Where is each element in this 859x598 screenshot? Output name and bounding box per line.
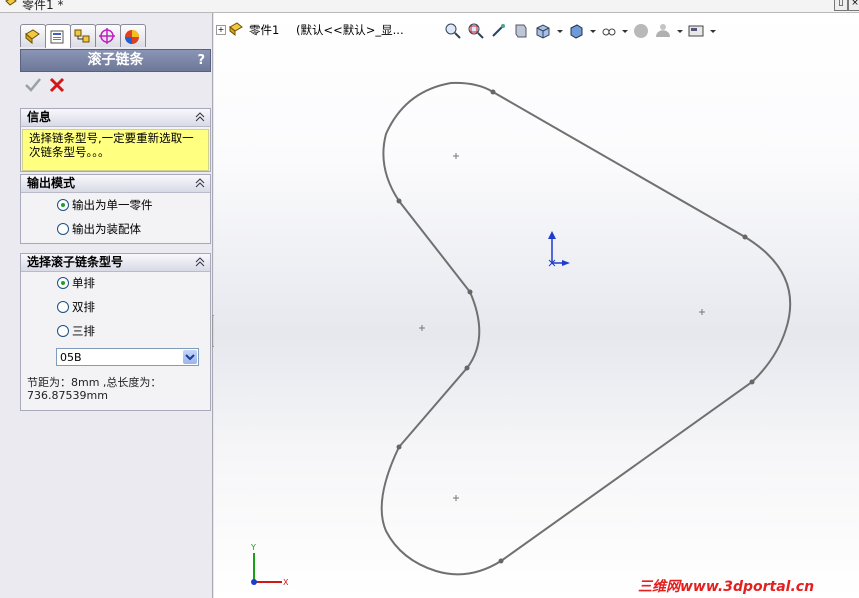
radio-label: 输出为装配体 [72,222,141,236]
origin-marker [548,231,570,267]
graphics-area[interactable]: + 零件1 (默认<<默认>_显... Y X 三维网www.3dportal.… [214,13,859,598]
pitch-length-readout: 节距为：8mm ,总长度为：736.87539mm [27,376,162,402]
sketch-point[interactable] [490,89,496,95]
tab-dimxpert-manager[interactable] [95,24,121,47]
arc-center-mark[interactable] [453,495,459,501]
output-mode-title: 输出模式 [27,176,76,190]
info-group: 信息 选择链条型号,一定要重新选取一次链条型号。。。 [20,108,211,172]
watermark: 三维网www.3dportal.cn [638,579,815,595]
sketch-point[interactable] [749,379,755,385]
chain-path-outline[interactable] [380,81,792,576]
info-message: 选择链条型号,一定要重新选取一次链条型号。。。 [22,129,209,171]
window-titlebar: 零件1 * ▯ × [0,0,859,13]
info-group-title: 信息 [27,110,52,124]
radio-label: 双排 [72,300,95,314]
info-group-header[interactable]: 信息 [21,109,210,127]
chain-sketch-canvas[interactable]: Y X [214,13,859,598]
sketch-points [396,89,755,564]
arc-centers [419,153,705,501]
radio-dot[interactable] [57,325,69,337]
configuration-icon [74,29,90,43]
y-axis-label: Y [250,543,256,552]
restore-button[interactable]: ▯ [834,0,848,11]
chain-type-group: 选择滚子链条型号 单排 双排 三排 05B 节距为：8mm ,总长度为：736.… [20,253,211,411]
arc-center-mark[interactable] [419,325,425,331]
radio-dot[interactable] [57,301,69,313]
sketch-point[interactable] [464,365,470,371]
part-icon [5,0,17,6]
help-button[interactable]: ? [197,50,205,71]
close-button[interactable]: × [848,0,859,11]
display-manager-icon [125,30,139,44]
tab-configuration-manager[interactable] [70,24,96,47]
tab-feature-manager[interactable] [20,24,46,47]
output-mode-group: 输出模式 输出为单一零件 输出为装配体 [20,174,211,244]
chain-model-select[interactable]: 05B [56,348,199,366]
collapse-icon[interactable] [194,111,206,123]
chevron-down-icon[interactable] [183,350,197,364]
chain-model-value: 05B [60,351,82,364]
arc-center-mark[interactable] [453,153,459,159]
property-manager-panel: 滚子链条 ? 信息 选择链条型号,一定要重新选取一次链条型号。。。 输出模式 输… [0,13,213,598]
collapse-icon[interactable] [194,177,206,189]
arc-center-mark[interactable] [699,309,705,315]
x-axis-label: X [283,578,289,587]
radio-dot[interactable] [57,277,69,289]
sketch-point[interactable] [396,198,402,204]
radio-label: 单排 [72,276,95,290]
feature-tree-icon [25,29,40,45]
radio-dot[interactable] [57,199,69,211]
sketch-point[interactable] [742,234,748,240]
window-title: 零件1 * [22,0,64,12]
ok-check-icon[interactable] [24,76,42,94]
cancel-x-icon[interactable] [48,76,66,94]
sketch-point[interactable] [467,289,473,295]
tab-display-manager[interactable] [120,24,146,47]
property-manager-title: 滚子链条 ? [20,49,211,72]
output-mode-header[interactable]: 输出模式 [21,175,210,193]
sketch-point[interactable] [396,444,402,450]
axis-triad: Y X [250,543,289,587]
collapse-icon[interactable] [194,256,206,268]
feature-title: 滚子链条 [87,52,144,68]
chain-type-header[interactable]: 选择滚子链条型号 [21,254,210,272]
sketch-point[interactable] [498,558,504,564]
property-manager-icon [50,30,64,44]
dimxpert-icon [99,28,115,44]
radio-dot[interactable] [57,223,69,235]
radio-label: 三排 [72,324,95,338]
tab-property-manager[interactable] [45,24,71,48]
chain-type-title: 选择滚子链条型号 [27,255,124,269]
radio-label: 输出为单一零件 [72,198,153,212]
